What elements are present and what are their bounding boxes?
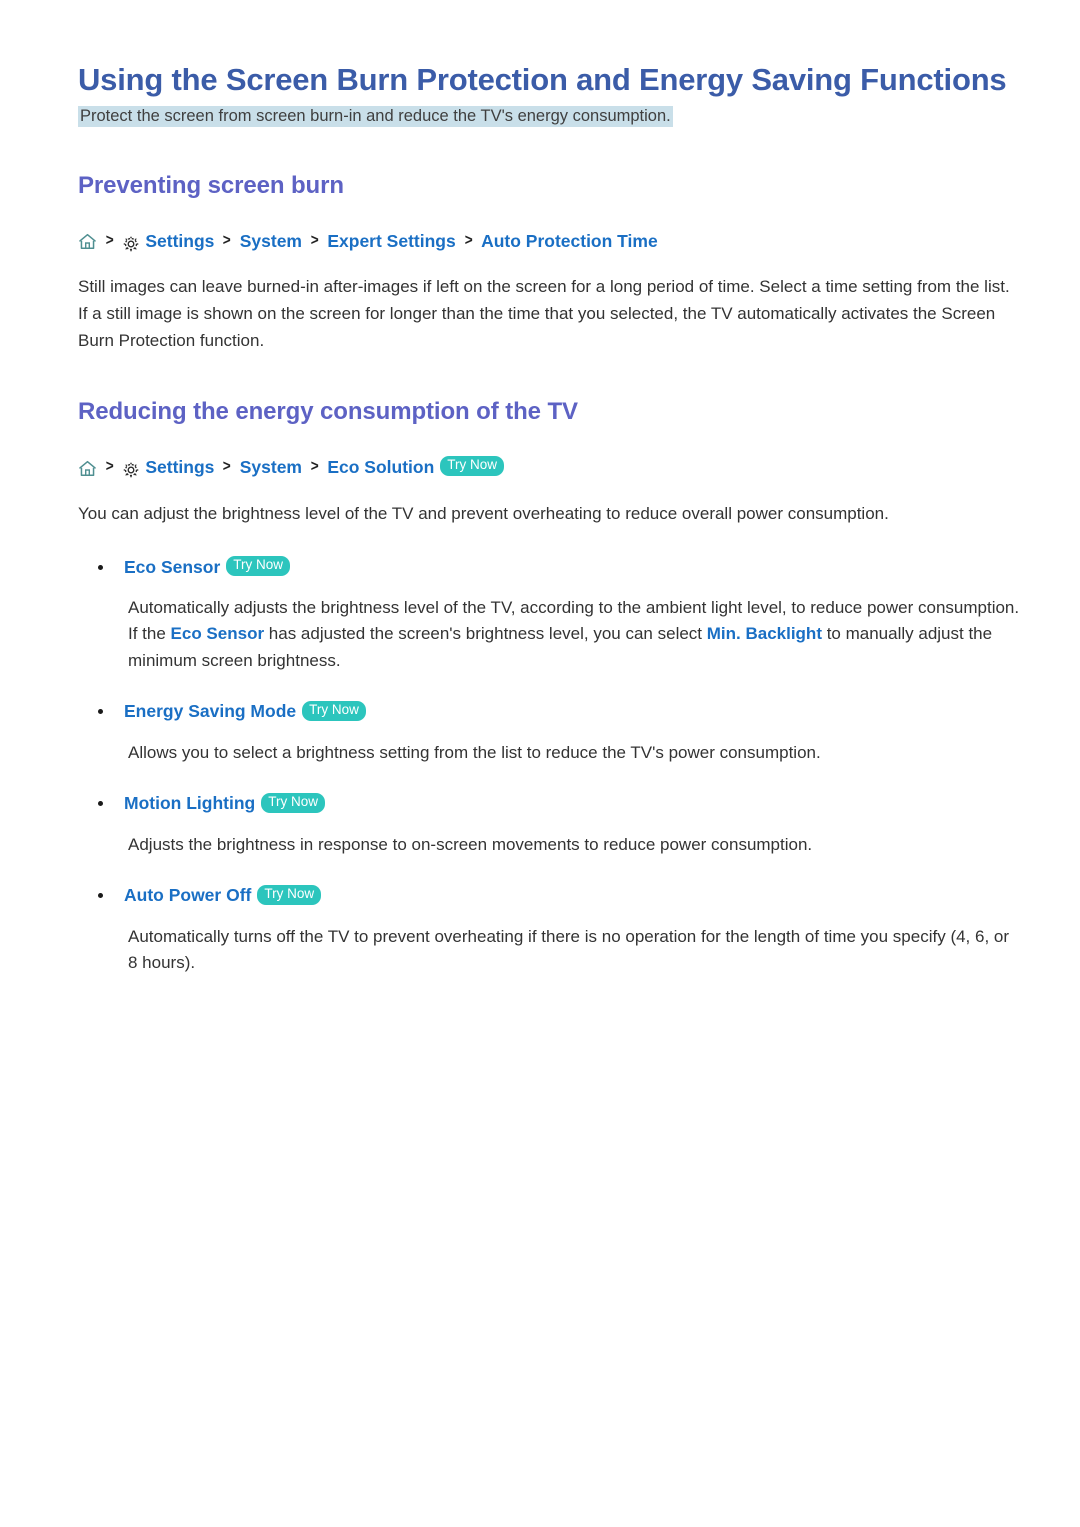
option-label[interactable]: Eco Sensor bbox=[124, 556, 220, 580]
breadcrumb-separator: > bbox=[105, 231, 114, 249]
list-item: Motion Lighting Try Now Adjusts the brig… bbox=[78, 792, 1020, 858]
section-heading-preventing-screen-burn: Preventing screen burn bbox=[78, 171, 344, 199]
breadcrumb-crumb-settings[interactable]: Settings bbox=[145, 456, 214, 479]
desc-text: has adjusted the screen's brightness lev… bbox=[264, 624, 707, 644]
home-icon[interactable] bbox=[78, 460, 97, 477]
section-paragraph-preventing-screen-burn: Still images can leave burned-in after-i… bbox=[78, 277, 1010, 351]
inline-link-min-backlight[interactable]: Min. Backlight bbox=[707, 624, 822, 643]
try-now-badge[interactable]: Try Now bbox=[226, 556, 291, 577]
breadcrumb-crumb-system[interactable]: System bbox=[240, 456, 302, 479]
eco-solution-options-list: Eco Sensor Try Now Automatically adjusts… bbox=[78, 556, 1020, 977]
section-paragraph-reducing-energy-consumption: You can adjust the brightness level of t… bbox=[78, 503, 889, 523]
breadcrumb-crumb-expert-settings[interactable]: Expert Settings bbox=[327, 230, 455, 253]
breadcrumb-separator: > bbox=[105, 457, 114, 475]
page-title: Using the Screen Burn Protection and Ene… bbox=[78, 62, 1007, 97]
breadcrumb-crumb-settings[interactable]: Settings bbox=[145, 230, 214, 253]
bullet-dot-icon bbox=[98, 893, 103, 899]
breadcrumb-eco-solution[interactable]: > Settings > System > Eco Solution Try N… bbox=[78, 456, 1020, 479]
page-subtitle: Protect the screen from screen burn-in a… bbox=[78, 105, 673, 127]
page-subtitle-wrap: Protect the screen from screen burn-in a… bbox=[78, 105, 1020, 129]
option-label[interactable]: Energy Saving Mode bbox=[124, 700, 296, 724]
try-now-badge[interactable]: Try Now bbox=[257, 884, 322, 905]
list-item: Auto Power Off Try Now Automatically tur… bbox=[78, 884, 1020, 976]
breadcrumb-crumb-system[interactable]: System bbox=[240, 230, 302, 253]
home-icon[interactable] bbox=[78, 233, 97, 250]
bullet-dot-icon bbox=[98, 709, 103, 715]
breadcrumb-crumb-eco-solution[interactable]: Eco Solution bbox=[327, 456, 434, 479]
option-label[interactable]: Motion Lighting bbox=[124, 792, 255, 816]
option-motion-lighting[interactable]: Motion Lighting Try Now bbox=[78, 792, 1020, 816]
breadcrumb-crumb-auto-protection-time[interactable]: Auto Protection Time bbox=[481, 230, 658, 253]
inline-link-eco-sensor[interactable]: Eco Sensor bbox=[171, 624, 265, 643]
gear-icon[interactable] bbox=[122, 235, 140, 253]
list-item: Energy Saving Mode Try Now Allows you to… bbox=[78, 700, 1020, 766]
option-description: Automatically adjusts the brightness lev… bbox=[78, 595, 1020, 674]
bullet-dot-icon bbox=[98, 564, 103, 570]
try-now-badge[interactable]: Try Now bbox=[261, 793, 325, 813]
option-description: Automatically turns off the TV to preven… bbox=[128, 926, 1010, 973]
section-heading-reducing-energy-consumption: Reducing the energy consumption of the T… bbox=[78, 397, 578, 425]
document-page: Using the Screen Burn Protection and Ene… bbox=[0, 0, 1080, 1527]
option-energy-saving-mode[interactable]: Energy Saving Mode Try Now bbox=[78, 700, 1020, 724]
option-description: Allows you to select a brightness settin… bbox=[128, 742, 821, 762]
option-auto-power-off[interactable]: Auto Power Off Try Now bbox=[78, 884, 1020, 908]
breadcrumb-separator: > bbox=[464, 231, 473, 249]
breadcrumb-separator: > bbox=[310, 231, 319, 249]
bullet-dot-icon bbox=[98, 801, 103, 807]
option-label[interactable]: Auto Power Off bbox=[124, 884, 251, 908]
option-description: Adjusts the brightness in response to on… bbox=[128, 834, 813, 854]
breadcrumb-separator: > bbox=[310, 457, 319, 475]
gear-icon[interactable] bbox=[122, 461, 140, 479]
list-item: Eco Sensor Try Now Automatically adjusts… bbox=[78, 556, 1020, 675]
breadcrumb-separator: > bbox=[223, 457, 232, 475]
try-now-badge[interactable]: Try Now bbox=[440, 456, 505, 477]
try-now-badge[interactable]: Try Now bbox=[302, 701, 366, 721]
breadcrumb-separator: > bbox=[223, 231, 232, 249]
option-eco-sensor[interactable]: Eco Sensor Try Now bbox=[78, 556, 1020, 580]
breadcrumb-auto-protection-time[interactable]: > Settings > System > Expert Settings > … bbox=[78, 230, 1020, 253]
